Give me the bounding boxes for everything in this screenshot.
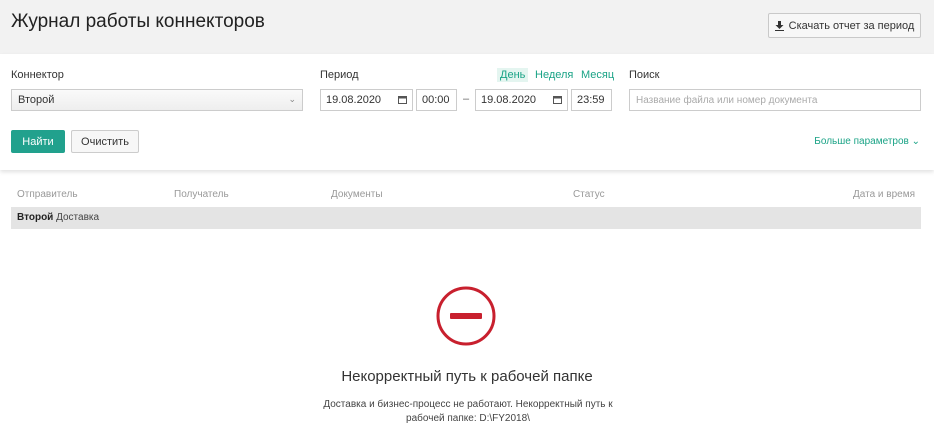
connector-value: Второй [18, 94, 55, 106]
period-week-link[interactable]: Неделя [532, 68, 576, 82]
date-from-value: 19.08.2020 [326, 94, 382, 106]
calendar-icon [398, 96, 407, 104]
download-report-label: Скачать отчет за период [788, 19, 915, 32]
search-label: Поиск [629, 69, 660, 81]
error-message: Доставка и бизнес-процесс не работают. Н… [323, 399, 613, 424]
table-group-row[interactable]: Второй Доставка [11, 207, 921, 229]
more-parameters-link[interactable]: Больше параметров ⌄ [814, 136, 920, 147]
group-process-name: Доставка [56, 212, 100, 223]
column-datetime: Дата и время [852, 189, 915, 200]
download-icon [774, 20, 784, 31]
date-to-field[interactable]: 19.08.2020 [475, 89, 568, 111]
more-parameters-label: Больше параметров [814, 136, 909, 147]
find-button[interactable]: Найти [11, 130, 65, 153]
chevron-down-icon: ⌄ [911, 136, 920, 147]
clear-button[interactable]: Очистить [71, 130, 139, 153]
time-to-value: 23:59 [577, 94, 605, 106]
period-day-link[interactable]: День [497, 68, 529, 82]
page-title: Журнал работы коннекторов [11, 11, 265, 32]
search-input[interactable] [629, 89, 921, 111]
error-title: Некорректный путь к рабочей папке [341, 368, 593, 385]
time-from-field[interactable]: 00:00 [416, 89, 457, 111]
date-from-field[interactable]: 19.08.2020 [320, 89, 413, 111]
table-header: Отправитель Получатель Документы Статус … [0, 189, 934, 203]
error-icon [436, 286, 496, 346]
group-connector-name: Второй [17, 212, 54, 223]
range-separator: – [463, 93, 470, 105]
time-from-value: 00:00 [422, 94, 450, 106]
column-recipient: Получатель [174, 189, 229, 200]
column-status: Статус [573, 189, 605, 200]
column-sender: Отправитель [17, 189, 78, 200]
time-to-field[interactable]: 23:59 [571, 89, 612, 111]
date-to-value: 19.08.2020 [481, 94, 537, 106]
page-header: Журнал работы коннекторов Скачать отчет … [0, 0, 934, 54]
chevron-down-icon: ⌄ [288, 94, 296, 104]
period-label: Период [320, 69, 359, 81]
download-report-button[interactable]: Скачать отчет за период [768, 13, 921, 38]
connector-select[interactable]: Второй ⌄ [11, 89, 303, 111]
calendar-icon [553, 96, 562, 104]
period-month-link[interactable]: Месяц [578, 68, 617, 82]
column-documents: Документы [331, 189, 383, 200]
filter-panel: Коннектор Второй ⌄ Период День Неделя Ме… [0, 54, 934, 170]
connector-label: Коннектор [11, 69, 64, 81]
